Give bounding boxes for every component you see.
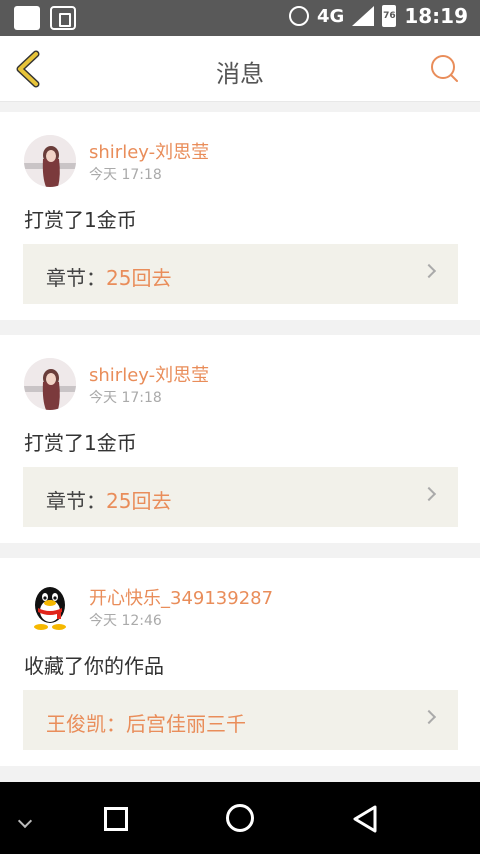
clock: 18:19	[404, 4, 468, 28]
timestamp: 今天 17:18	[89, 390, 162, 406]
sim-icon	[50, 6, 76, 30]
system-nav-bar	[0, 782, 480, 854]
username[interactable]: shirley-刘思莹	[89, 138, 209, 164]
avatar[interactable]	[24, 358, 76, 410]
chapter-link[interactable]: 章节：25回去	[23, 244, 458, 304]
recent-apps-button[interactable]	[104, 807, 128, 831]
timestamp: 今天 17:18	[89, 167, 162, 183]
username[interactable]: 开心快乐_349139287	[89, 584, 273, 610]
message-card[interactable]: shirley-刘思莹 今天 17:18 打赏了1金币 章节：25回去	[0, 112, 480, 320]
chevron-right-icon	[421, 486, 437, 502]
timestamp: 今天 12:46	[89, 613, 162, 629]
notification-icon	[14, 6, 40, 30]
avatar[interactable]	[24, 135, 76, 187]
chapter-value: 25回去	[106, 489, 172, 513]
alarm-icon	[289, 6, 310, 26]
work-link[interactable]: 王俊凯：后宫佳丽三千	[23, 690, 458, 750]
app-header: 消息	[0, 36, 480, 102]
chevron-right-icon	[421, 709, 437, 725]
signal-icon	[352, 6, 375, 26]
network-type: 4G	[317, 5, 345, 27]
action-text: 打赏了1金币	[24, 208, 137, 232]
chevron-right-icon	[421, 263, 437, 279]
page-title: 消息	[216, 60, 264, 88]
chapter-label: 章节：	[46, 266, 106, 290]
chapter-value: 25回去	[106, 266, 172, 290]
battery-icon: 76	[382, 5, 397, 27]
message-list: shirley-刘思莹 今天 17:18 打赏了1金币 章节：25回去 shir…	[0, 103, 480, 781]
back-button[interactable]	[352, 804, 378, 834]
status-bar: 4G 76 18:19	[0, 0, 480, 36]
avatar[interactable]	[24, 581, 76, 633]
username[interactable]: shirley-刘思莹	[89, 361, 209, 387]
chapter-label: 章节：	[46, 489, 106, 513]
work-title: 王俊凯：后宫佳丽三千	[46, 712, 246, 736]
message-card[interactable]: shirley-刘思莹 今天 17:18 打赏了1金币 章节：25回去	[0, 335, 480, 543]
chapter-link[interactable]: 章节：25回去	[23, 467, 458, 527]
search-icon[interactable]	[430, 54, 458, 82]
chevron-down-icon[interactable]	[17, 813, 33, 829]
message-card[interactable]: 开心快乐_349139287 今天 12:46 收藏了你的作品 王俊凯：后宫佳丽…	[0, 558, 480, 766]
action-text: 打赏了1金币	[24, 431, 137, 455]
action-text: 收藏了你的作品	[24, 654, 164, 678]
home-button[interactable]	[226, 804, 254, 832]
